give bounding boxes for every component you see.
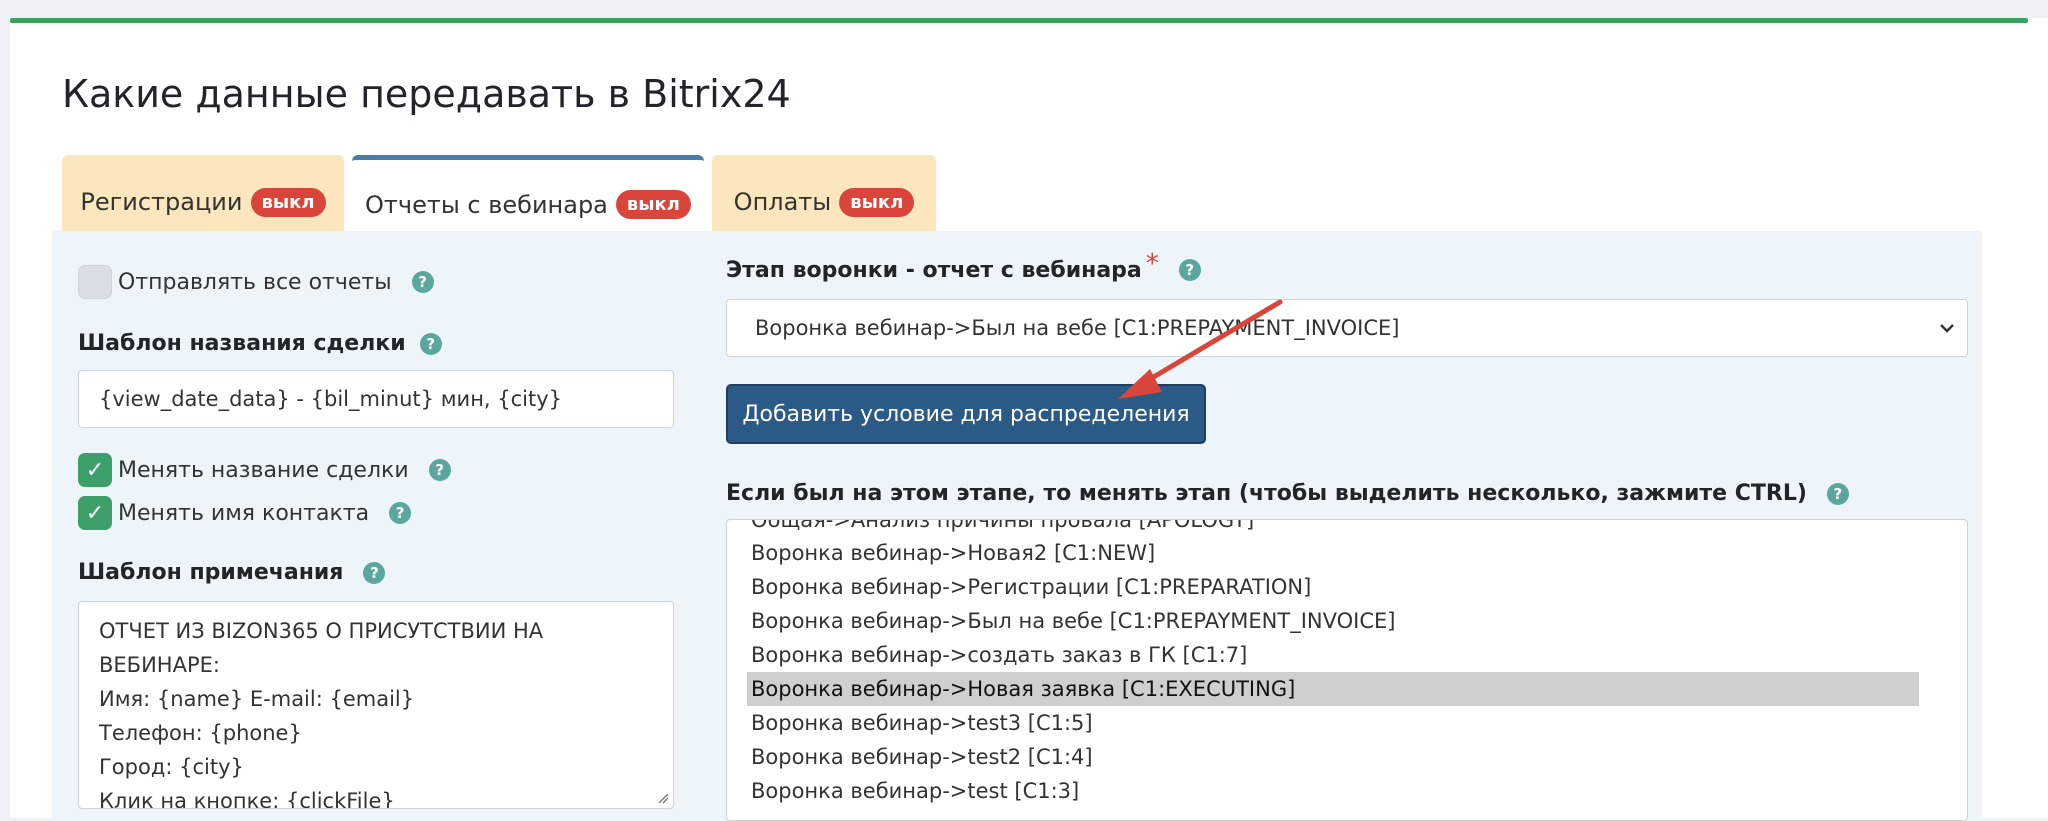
annotation-arrow [1118, 299, 1283, 399]
arrow-shaft [1137, 299, 1283, 388]
